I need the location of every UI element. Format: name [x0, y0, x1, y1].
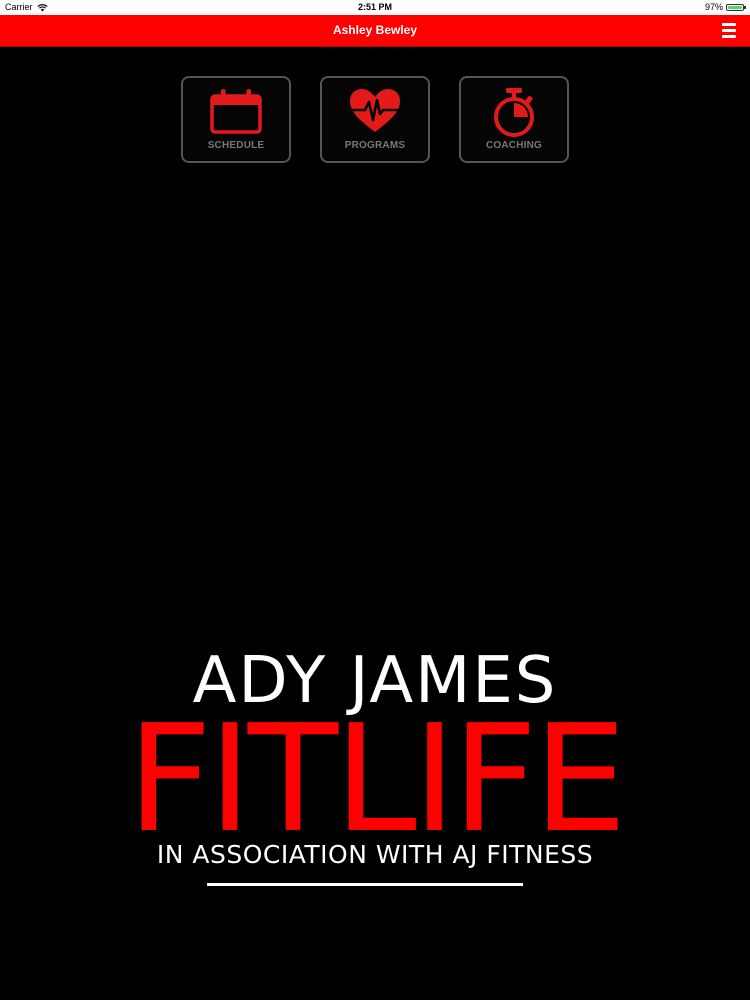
schedule-label: SCHEDULE [207, 140, 265, 151]
programs-button[interactable]: PROGRAMS [320, 76, 430, 163]
status-bar: Carrier 2:51 PM 97% [0, 0, 750, 15]
menu-line [722, 29, 736, 32]
tile-row: SCHEDULE PROGRAMS COACHING [181, 76, 569, 163]
logo-divider [207, 883, 523, 886]
header-title: Ashley Bewley [332, 23, 418, 37]
logo-tagline: IN ASSOCIATION WITH AJ FITNESS [156, 840, 594, 869]
stopwatch-icon [494, 88, 534, 137]
app-screen: Carrier 2:51 PM 97% Ashley Bewley SCHEDU… [0, 0, 750, 1000]
status-time: 2:51 PM [357, 2, 392, 12]
battery-icon [726, 4, 746, 11]
coaching-button[interactable]: COACHING [459, 76, 569, 163]
menu-line [722, 35, 736, 38]
hamburger-menu-icon[interactable] [722, 23, 736, 38]
programs-label: PROGRAMS [344, 140, 406, 151]
logo-line-ady-james: ADY JAMES [192, 644, 558, 718]
brand-logo: ADY JAMES FITLIFE IN ASSOCIATION WITH AJ… [0, 645, 750, 870]
calendar-icon [210, 89, 262, 134]
status-right: 97% [704, 0, 746, 15]
header-bar: Ashley Bewley [0, 15, 750, 47]
battery-percent: 97% [704, 2, 723, 12]
coaching-label: COACHING [485, 140, 543, 151]
schedule-button[interactable]: SCHEDULE [181, 76, 291, 163]
heart-pulse-icon [350, 89, 400, 132]
battery-level [728, 6, 742, 9]
logo-line-fitlife: FITLIFE [127, 693, 627, 865]
menu-line [722, 23, 736, 26]
